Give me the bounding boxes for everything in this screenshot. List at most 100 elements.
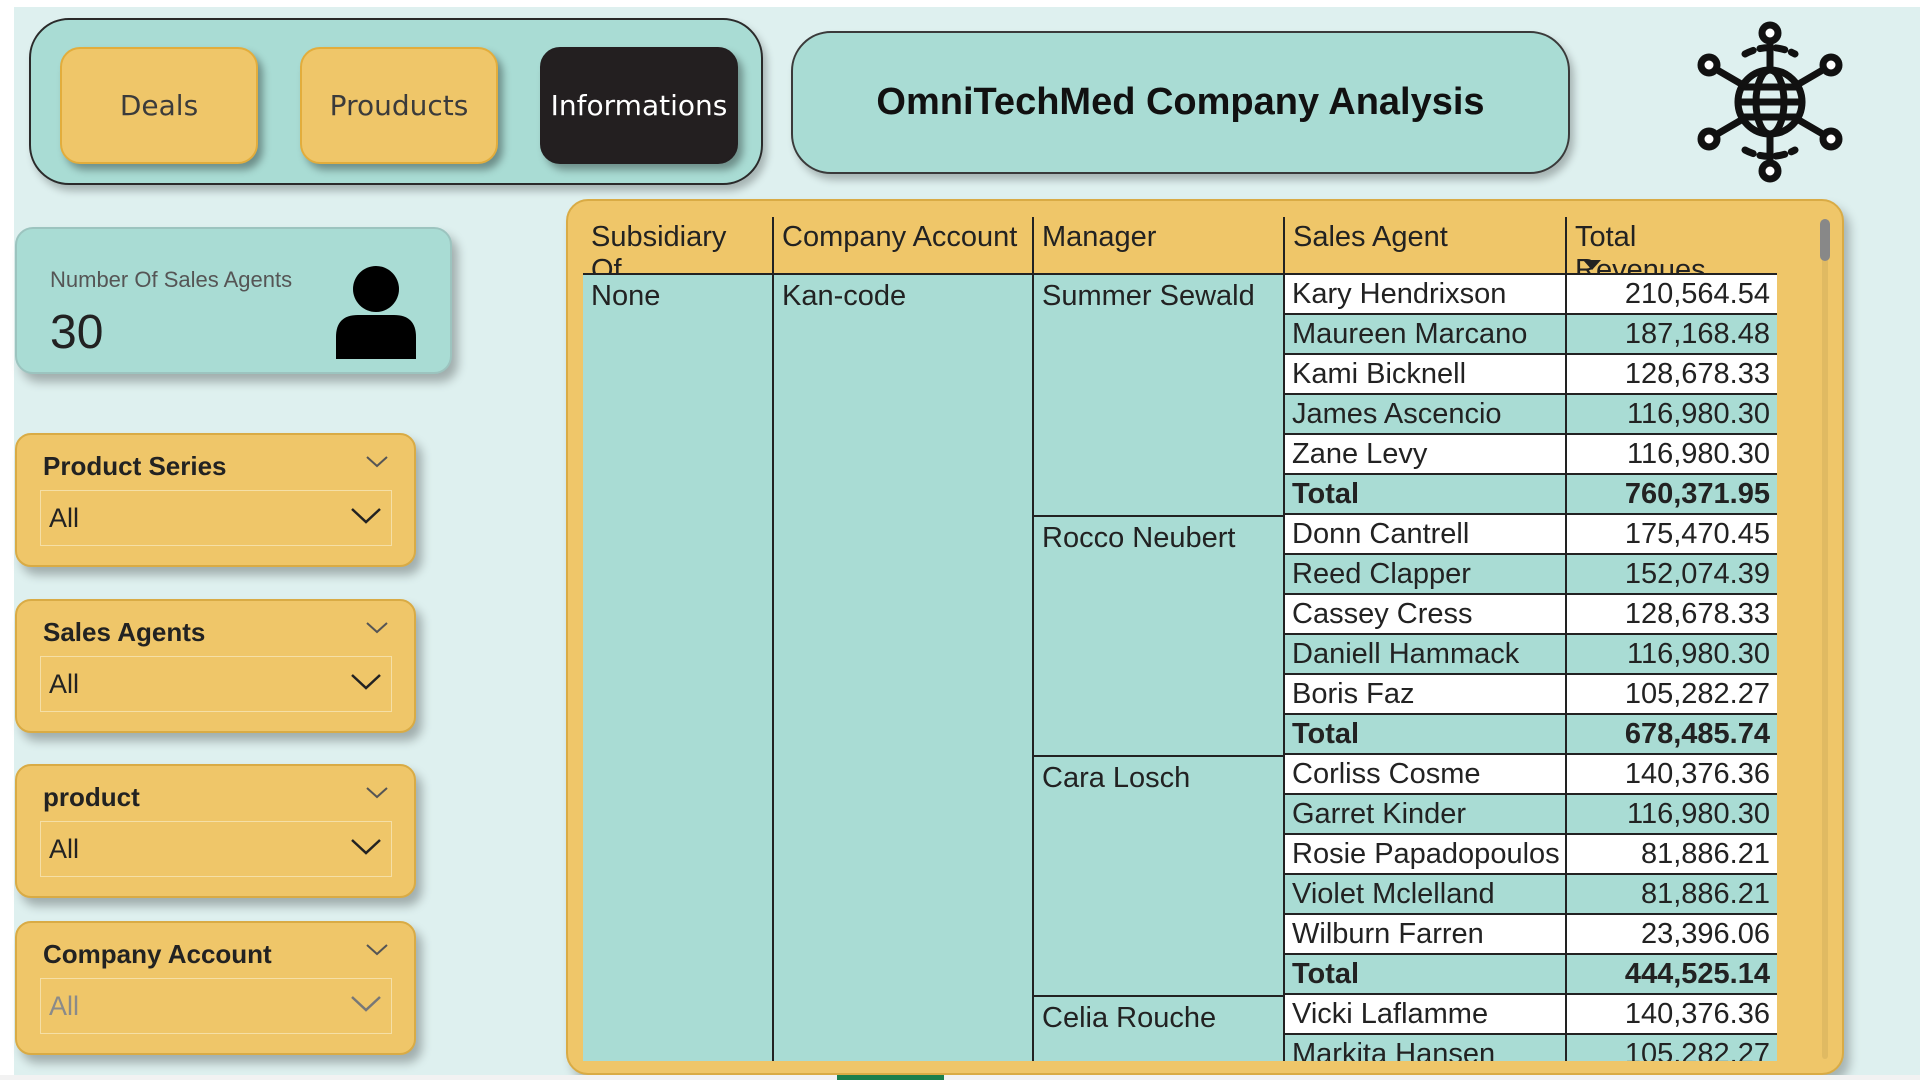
product-dropdown[interactable]: All (40, 821, 392, 877)
header-manager[interactable]: Manager (1034, 217, 1285, 275)
table-row[interactable]: Corliss Cosme 140,376.36 (1285, 755, 1777, 795)
chevron-down-icon[interactable] (364, 451, 390, 471)
sales-agents-dropdown[interactable]: All (40, 656, 392, 712)
total-row[interactable]: Total 760,371.95 (1285, 475, 1777, 515)
product-series-dropdown[interactable]: All (40, 490, 392, 546)
agent-revenue: 23,396.06 (1640, 918, 1770, 950)
header-total-revenues[interactable]: Total Revenues (1567, 217, 1777, 286)
agent-revenue: 152,074.39 (1624, 558, 1770, 590)
agent-revenue: 140,376.36 (1624, 998, 1770, 1030)
table-row[interactable]: Markita Hansen 105,282.27 (1285, 1035, 1777, 1061)
agent-revenue: 210,564.54 (1624, 278, 1770, 310)
subsidiary-column: None (583, 275, 774, 1061)
agent-revenue: 105,282.27 (1624, 678, 1770, 710)
revenue-matrix: Subsidiary Of Company Account Manager Sa… (566, 199, 1844, 1075)
agent-name: Maureen Marcano (1285, 315, 1567, 355)
total-label: Total (1285, 955, 1567, 995)
agent-revenue: 116,980.30 (1627, 438, 1770, 470)
agent-revenue: 81,886.21 (1640, 838, 1770, 870)
agent-revenue: 187,168.48 (1624, 318, 1770, 350)
table-row[interactable]: Donn Cantrell 175,470.45 (1285, 515, 1777, 555)
table-row[interactable]: Violet Mclelland 81,886.21 (1285, 875, 1777, 915)
agent-name: Rosie Papadopoulos (1285, 835, 1567, 875)
chevron-down-icon[interactable] (364, 782, 390, 802)
products-button[interactable]: Prouducts (300, 47, 498, 164)
scrollbar-thumb[interactable] (1820, 219, 1830, 261)
agent-name: Cassey Cress (1285, 595, 1567, 635)
manager-name: Cara Losch (1042, 762, 1191, 794)
table-row[interactable]: Zane Levy 116,980.30 (1285, 435, 1777, 475)
agent-name: Corliss Cosme (1285, 755, 1567, 795)
table-row[interactable]: Maureen Marcano 187,168.48 (1285, 315, 1777, 355)
company-account-dropdown[interactable]: All (40, 978, 392, 1034)
deals-button[interactable]: Deals (60, 47, 258, 164)
chevron-down-icon[interactable] (349, 991, 383, 1015)
kpi-value: 30 (50, 306, 104, 359)
table-row[interactable]: Rosie Papadopoulos 81,886.21 (1285, 835, 1777, 875)
globe-network-icon (1697, 21, 1843, 183)
vertical-scrollbar[interactable] (1820, 219, 1830, 1059)
header-subsidiary-of[interactable]: Subsidiary Of (583, 217, 774, 286)
agent-name: Kami Bicknell (1285, 355, 1567, 395)
total-row[interactable]: Total 678,485.74 (1285, 715, 1777, 755)
agent-name: Garret Kinder (1285, 795, 1567, 835)
table-row[interactable]: Boris Faz 105,282.27 (1285, 675, 1777, 715)
table-row[interactable]: Daniell Hammack 116,980.30 (1285, 635, 1777, 675)
table-row[interactable]: Vicki Laflamme 140,376.36 (1285, 995, 1777, 1035)
manager-column: Summer Sewald Rocco Neubert Cara Losch C… (1034, 275, 1285, 1061)
table-row[interactable]: Wilburn Farren 23,396.06 (1285, 915, 1777, 955)
agent-name: Kary Hendrixson (1285, 275, 1567, 315)
agent-name: Daniell Hammack (1285, 635, 1567, 675)
table-row[interactable]: Kami Bicknell 128,678.33 (1285, 355, 1777, 395)
table-row[interactable]: James Ascencio 116,980.30 (1285, 395, 1777, 435)
table-row[interactable]: Garret Kinder 116,980.30 (1285, 795, 1777, 835)
dropdown-value: All (49, 834, 80, 864)
table-row[interactable]: Cassey Cress 128,678.33 (1285, 595, 1777, 635)
active-page-tab[interactable] (837, 1075, 944, 1080)
chevron-down-icon[interactable] (349, 834, 383, 858)
agent-name: Vicki Laflamme (1285, 995, 1567, 1035)
user-icon (336, 266, 416, 359)
agent-revenue: 105,282.27 (1624, 1038, 1770, 1061)
product-series-slicer: Product Series All (15, 433, 416, 567)
slicer-title: Company Account (43, 939, 272, 969)
sort-descending-icon[interactable] (1583, 260, 1601, 270)
dropdown-value: All (49, 503, 80, 533)
informations-button[interactable]: Informations (540, 47, 738, 164)
table-row[interactable]: Reed Clapper 152,074.39 (1285, 555, 1777, 595)
agent-revenue: 128,678.33 (1624, 598, 1770, 630)
header-sales-agent[interactable]: Sales Agent (1285, 217, 1567, 275)
dropdown-value: All (49, 991, 80, 1021)
chevron-down-icon[interactable] (364, 617, 390, 637)
company-account-column: Kan-code (774, 275, 1034, 1061)
kpi-label: Number Of Sales Agents (50, 267, 293, 292)
table-row[interactable]: Kary Hendrixson 210,564.54 (1285, 275, 1777, 315)
page-tabs-strip (0, 1075, 1920, 1080)
agent-name: Reed Clapper (1285, 555, 1567, 595)
total-label: Total (1285, 715, 1567, 755)
total-row[interactable]: Total 444,525.14 (1285, 955, 1777, 995)
slicer-title: Product Series (43, 451, 227, 481)
agent-revenue: 116,980.30 (1627, 638, 1770, 670)
chevron-down-icon[interactable] (349, 503, 383, 527)
total-value: 760,371.95 (1624, 478, 1770, 510)
manager-name: Summer Sewald (1042, 280, 1255, 312)
manager-name: Rocco Neubert (1042, 522, 1236, 554)
product-slicer: product All (15, 764, 416, 898)
navigation-panel: Deals Prouducts Informations (29, 18, 763, 185)
chevron-down-icon[interactable] (349, 669, 383, 693)
company-account-slicer: Company Account All (15, 921, 416, 1055)
scrollbar-track[interactable] (1822, 219, 1828, 1059)
manager-cell: Cara Losch (1034, 755, 1283, 794)
manager-cell: Rocco Neubert (1034, 515, 1283, 554)
sales-agents-kpi-card: Number Of Sales Agents 30 (15, 227, 452, 374)
agent-name: Markita Hansen (1285, 1035, 1567, 1061)
agent-revenue: 140,376.36 (1624, 758, 1770, 790)
total-value: 678,485.74 (1624, 718, 1770, 750)
header-company-account[interactable]: Company Account (774, 217, 1034, 275)
page-title: OmniTechMed Company Analysis (876, 81, 1485, 123)
slicer-title: product (43, 782, 140, 812)
page-title-box: OmniTechMed Company Analysis (791, 31, 1570, 174)
chevron-down-icon[interactable] (364, 939, 390, 959)
matrix-grid: Subsidiary Of Company Account Manager Sa… (583, 217, 1791, 1061)
